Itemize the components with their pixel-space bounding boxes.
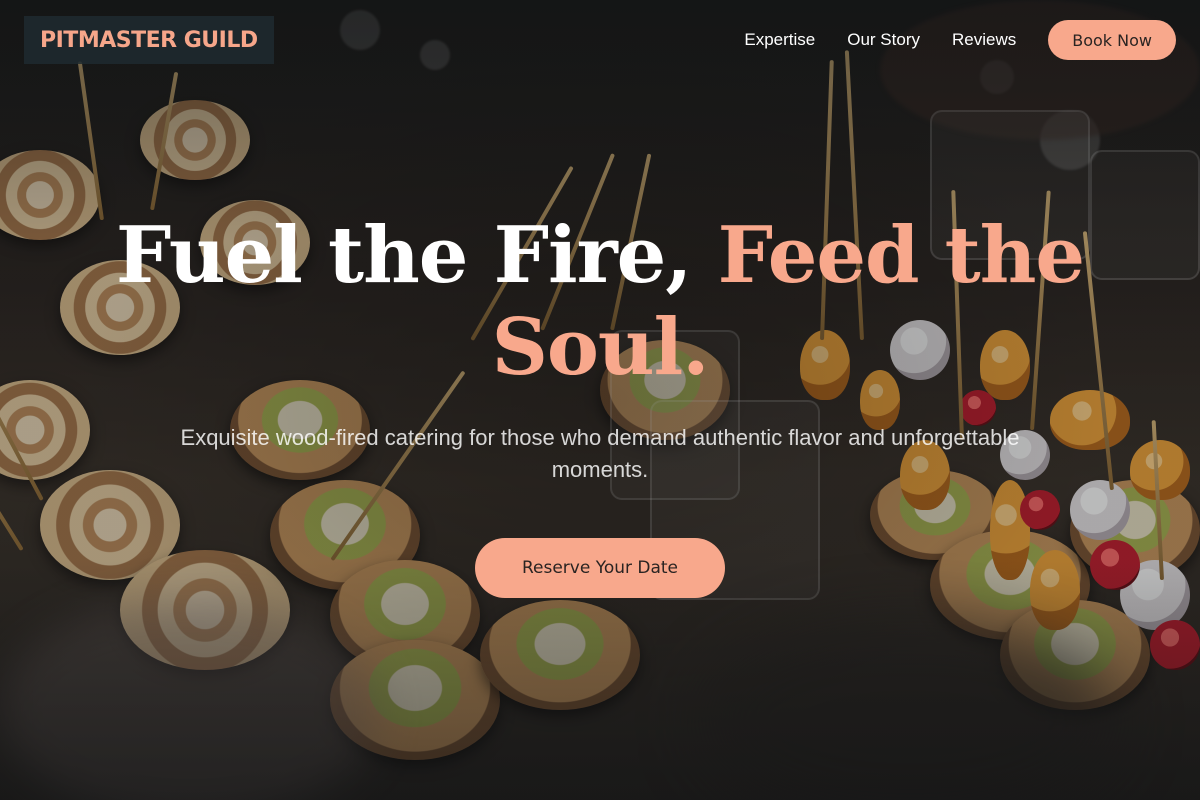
nav-link-expertise[interactable]: Expertise — [744, 30, 815, 50]
brand-logo[interactable]: PITMASTER GUILD — [24, 16, 274, 64]
hero-section: Fuel the Fire, Feed the Soul. Exquisite … — [0, 210, 1200, 598]
nav-link-reviews[interactable]: Reviews — [952, 30, 1016, 50]
hero-subtitle: Exquisite wood-fired catering for those … — [180, 425, 1020, 482]
book-now-button[interactable]: Book Now — [1048, 20, 1176, 60]
headline-primary: Fuel the Fire, — [115, 210, 693, 301]
nav-link-our-story[interactable]: Our Story — [847, 30, 920, 50]
site-header: PITMASTER GUILD Expertise Our Story Revi… — [0, 0, 1200, 80]
main-nav: Expertise Our Story Reviews Book Now — [744, 20, 1176, 60]
hero-headline: Fuel the Fire, Feed the Soul. — [0, 210, 1200, 394]
reserve-date-button[interactable]: Reserve Your Date — [475, 538, 725, 598]
